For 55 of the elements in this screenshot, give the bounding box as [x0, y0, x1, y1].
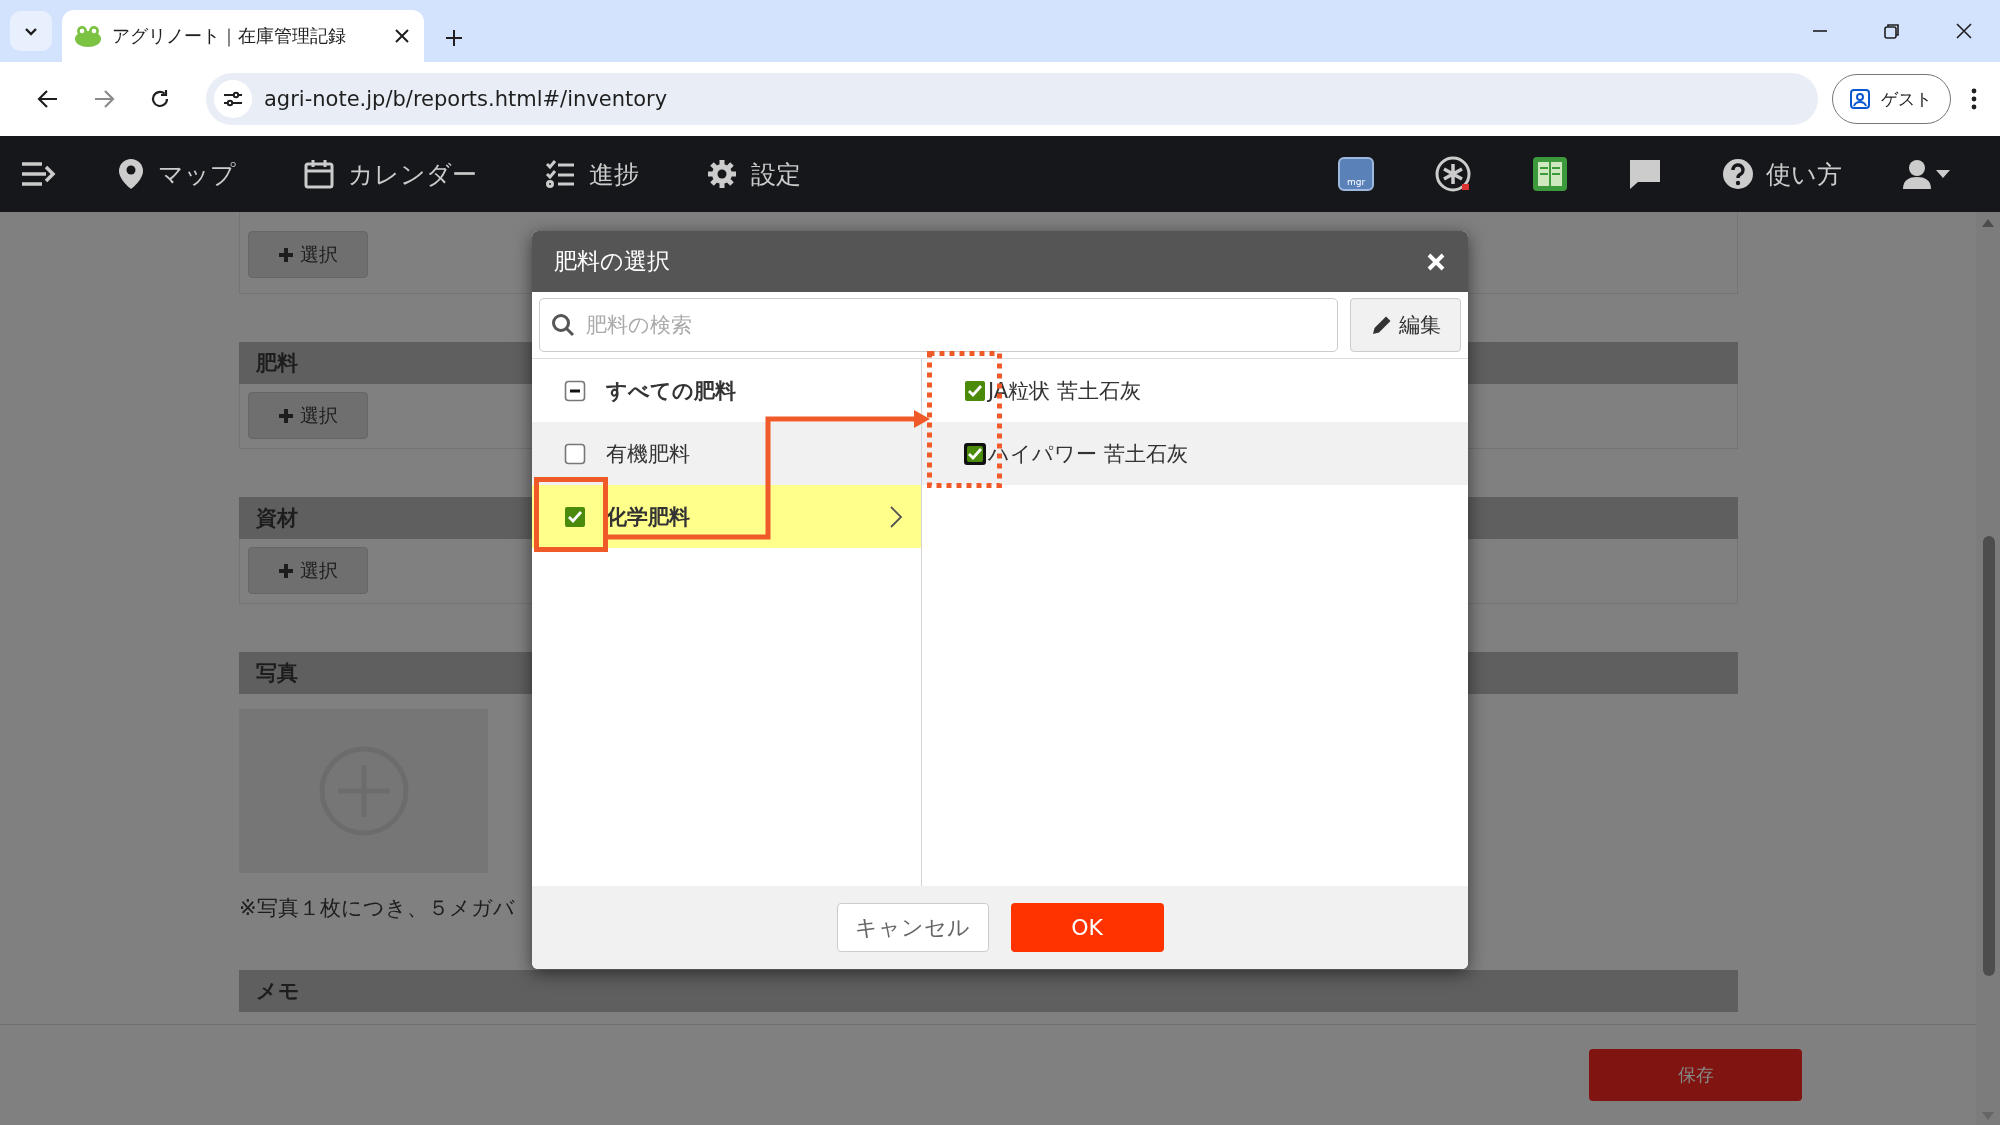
nav-item[interactable]: カレンダー [304, 157, 477, 191]
more-icon[interactable] [1971, 88, 1977, 110]
plus-icon [278, 407, 294, 424]
checkbox[interactable] [564, 442, 586, 465]
section-header: メモ [239, 970, 1738, 1012]
back-arrow-icon [37, 88, 59, 110]
app-badge[interactable]: mgr [1338, 157, 1374, 191]
plus-icon [278, 246, 294, 263]
person-icon [1849, 88, 1871, 110]
chat-icon[interactable] [1628, 158, 1662, 190]
calendar-icon [304, 159, 334, 189]
site-settings-icon[interactable] [223, 90, 243, 108]
ok-button[interactable]: OK [1010, 903, 1164, 952]
restore-icon[interactable] [1883, 22, 1901, 40]
checkbox[interactable] [564, 379, 586, 402]
settings-icon [707, 159, 737, 189]
search-icon [551, 313, 575, 337]
checkbox[interactable] [964, 379, 986, 402]
url-text: agri-note.jp/b/reports.html#/inventory [264, 87, 668, 111]
dialog-title: 肥料の選択 [554, 247, 671, 276]
close-icon[interactable] [1955, 22, 1973, 40]
photo-note: ※写真１枚につき、５メガバ [239, 895, 516, 922]
profile-button[interactable]: ゲスト [1832, 74, 1951, 124]
chevron-right-icon [889, 504, 903, 529]
frog-icon [74, 24, 102, 48]
cancel-button[interactable]: キャンセル [836, 903, 989, 952]
new-tab-icon[interactable] [444, 28, 464, 48]
nav-item[interactable]: マップ [118, 157, 236, 191]
nav-item[interactable]: 進捗 [545, 157, 639, 191]
nav-item[interactable]: 設定 [707, 157, 801, 191]
user-icon[interactable] [1902, 159, 1932, 189]
help-link[interactable]: 使い方 [1722, 157, 1842, 191]
checkbox[interactable] [964, 442, 986, 465]
asterisk-circle-icon[interactable] [1434, 155, 1472, 193]
menu-icon[interactable] [22, 161, 56, 187]
close-icon[interactable] [394, 28, 410, 44]
help-icon [1722, 158, 1754, 190]
edit-button[interactable]: 編集 [1350, 298, 1461, 352]
checkbox[interactable] [564, 505, 586, 528]
search-field[interactable]: 肥料の検索 [539, 298, 1338, 352]
scrollbar-thumb[interactable] [1983, 536, 1995, 976]
tab-title: アグリノート｜在庫管理記録 [112, 24, 347, 48]
category-item[interactable]: 有機肥料 [532, 422, 921, 485]
address-bar[interactable]: agri-note.jp/b/reports.html#/inventory [206, 73, 1818, 125]
category-item[interactable]: 化学肥料 [532, 485, 921, 548]
caret-icon[interactable] [1936, 169, 1950, 179]
pencil-icon [1370, 314, 1393, 336]
forward-arrow-icon [93, 88, 115, 110]
book-icon[interactable] [1532, 156, 1568, 192]
reload-icon [149, 88, 171, 110]
map-pin-icon [118, 158, 144, 190]
checklist-icon [545, 160, 575, 188]
plus-icon [278, 562, 294, 579]
fertilizer-item[interactable]: ハイパワー 苦土石灰 [922, 422, 1468, 485]
browser-tab[interactable]: アグリノート｜在庫管理記録 [62, 10, 424, 62]
